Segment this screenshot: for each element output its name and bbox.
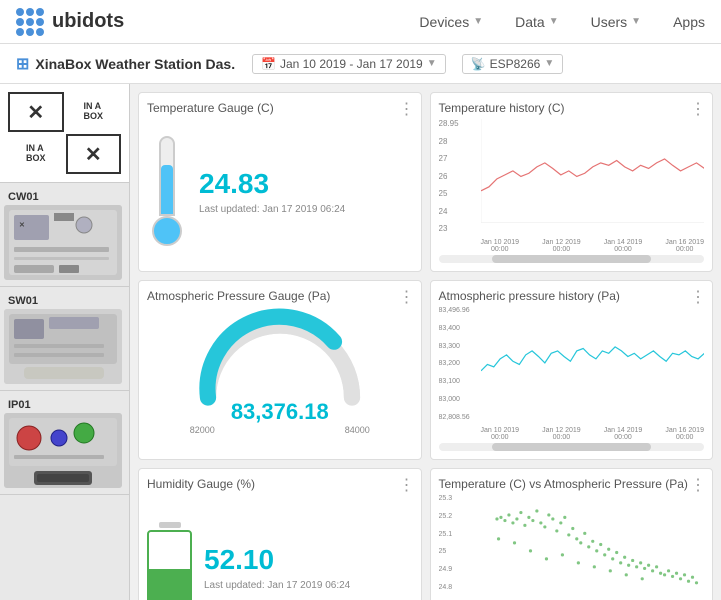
thermometer-icon: [147, 136, 187, 246]
scatter-plot-title: Temperature (C) vs Atmospheric Pressure …: [439, 477, 705, 491]
nav-items: Devices ▼ Data ▼ Users ▼ Apps: [419, 14, 705, 30]
main-layout: ✕ IN ABOX IN ABOX ✕ CW01 ✕: [0, 84, 721, 600]
chart-x-labels: Jan 10 201900:00 Jan 12 201900:00 Jan 14…: [481, 427, 705, 441]
battery-gauge-icon: [147, 522, 192, 600]
temp-value: 24.83: [199, 168, 413, 200]
sidebar-logo: ✕ IN ABOX IN ABOX ✕: [0, 84, 129, 183]
pressure-gauge-title: Atmospheric Pressure Gauge (Pa): [147, 289, 413, 303]
device-label-sw01: SW01: [4, 293, 125, 309]
xinabox-text-logo: IN ABOX: [66, 92, 122, 132]
scatter-plot-chart: 25.3 25.2 25.1 25 24.9 24.8 24.6: [439, 495, 705, 600]
pressure-history-svg: [481, 307, 704, 411]
humidity-gauge-content: 52.10 Last updated: Jan 17 2019 06:24: [147, 495, 413, 600]
gauge-labels: 82000 84000: [190, 425, 370, 435]
nav-devices[interactable]: Devices ▼: [419, 14, 483, 30]
device-label-cw01: CW01: [4, 189, 125, 205]
svg-text:✕: ✕: [19, 222, 25, 229]
device-label-ip01: IP01: [4, 397, 125, 413]
widget-menu-icon[interactable]: ⋮: [399, 287, 415, 307]
wifi-icon: 📡: [471, 57, 486, 71]
device-image-cw01: ✕: [4, 205, 122, 280]
nav-data[interactable]: Data ▼: [515, 14, 558, 30]
device-selector[interactable]: 📡 ESP8266 ▼: [462, 54, 564, 74]
pressure-value: 83,376.18: [231, 399, 329, 425]
therm-tube: [159, 136, 175, 216]
sidebar-device-sw01[interactable]: SW01: [0, 287, 129, 391]
content-area: Temperature Gauge (C) ⋮ 24.83 Last updat…: [130, 84, 721, 600]
widget-menu-icon[interactable]: ⋮: [399, 475, 415, 495]
device-image-ip01: [4, 413, 122, 488]
battery-body: [147, 530, 192, 600]
temp-history-widget: Temperature history (C) ⋮ 28.95 28 27 26…: [430, 92, 714, 272]
pressure-history-chart: 83,496.96 83,400 83,300 83,200 83,100 83…: [439, 307, 705, 451]
top-navigation: ubidots Devices ▼ Data ▼ Users ▼ Apps: [0, 0, 721, 44]
pressure-history-title: Atmospheric pressure history (Pa): [439, 289, 705, 303]
chevron-down-icon: ▼: [427, 58, 437, 69]
scatter-plot-svg: [481, 495, 704, 599]
pressure-gauge-widget: Atmospheric Pressure Gauge (Pa) ⋮ 83,376…: [138, 280, 422, 460]
temp-history-chart: 28.95 28 27 26 25 24 23 Jan 10 20: [439, 119, 705, 263]
logo-area: ubidots: [16, 8, 124, 36]
temp-history-title: Temperature history (C): [439, 101, 705, 115]
xinabox-x-logo: ✕: [8, 92, 64, 132]
temp-gauge-content: 24.83 Last updated: Jan 17 2019 06:24: [147, 119, 413, 263]
chart-scrollbar[interactable]: [439, 443, 705, 451]
nav-apps[interactable]: Apps: [673, 14, 705, 30]
pressure-gauge-svg: [190, 307, 370, 407]
humidity-value-area: 52.10 Last updated: Jan 17 2019 06:24: [204, 544, 350, 591]
temp-gauge-widget: Temperature Gauge (C) ⋮ 24.83 Last updat…: [138, 92, 422, 272]
temp-value-area: 24.83 Last updated: Jan 17 2019 06:24: [199, 168, 413, 215]
chevron-down-icon: ▼: [544, 58, 554, 69]
date-range-picker[interactable]: 📅 Jan 10 2019 - Jan 17 2019 ▼: [252, 54, 446, 74]
therm-bulb: [152, 216, 182, 246]
chart-y-labels: 25.3 25.2 25.1 25 24.9 24.8 24.6: [439, 495, 479, 600]
scrollbar-thumb: [492, 255, 651, 263]
temp-history-svg: [481, 119, 704, 223]
battery-cap: [159, 522, 181, 528]
nav-users[interactable]: Users ▼: [591, 14, 641, 30]
calendar-icon: 📅: [261, 57, 276, 71]
therm-fill: [161, 165, 173, 214]
temp-updated: Last updated: Jan 17 2019 06:24: [199, 204, 413, 215]
chevron-down-icon: ▼: [631, 16, 641, 27]
chart-scrollbar[interactable]: [439, 255, 705, 263]
pressure-gauge-content: 83,376.18 82000 84000: [147, 307, 413, 451]
sidebar-device-ip01[interactable]: IP01: [0, 391, 129, 495]
widget-menu-icon[interactable]: ⋮: [399, 99, 415, 119]
sidebar-device-cw01[interactable]: CW01 ✕: [0, 183, 129, 287]
humidity-updated: Last updated: Jan 17 2019 06:24: [204, 580, 350, 591]
logo-text: ubidots: [52, 10, 124, 33]
logo-dots-icon: [16, 8, 44, 36]
xinabox-text-logo2: IN ABOX: [8, 134, 64, 174]
widget-menu-icon[interactable]: ⋮: [690, 475, 706, 495]
humidity-gauge-title: Humidity Gauge (%): [147, 477, 413, 491]
humidity-value: 52.10: [204, 544, 350, 576]
xinabox-x-logo2: ✕: [66, 134, 122, 174]
chart-y-labels: 83,496.96 83,400 83,300 83,200 83,100 83…: [439, 307, 479, 421]
humidity-gauge-widget: Humidity Gauge (%) ⋮ 52.10 Last updated:…: [138, 468, 422, 600]
widget-menu-icon[interactable]: ⋮: [690, 287, 706, 307]
scrollbar-thumb: [492, 443, 651, 451]
chart-x-labels: Jan 10 201900:00 Jan 12 201900:00 Jan 14…: [481, 239, 705, 253]
sidebar: ✕ IN ABOX IN ABOX ✕ CW01 ✕: [0, 84, 130, 600]
grid-icon: ⊞: [16, 54, 29, 74]
pressure-history-widget: Atmospheric pressure history (Pa) ⋮ 83,4…: [430, 280, 714, 460]
battery-fill: [149, 569, 190, 600]
chart-area: 25.3 25.2 25.1 25 24.9 24.8 24.6: [439, 495, 705, 600]
dashboard-title: ⊞ XinaBox Weather Station Das...: [16, 54, 236, 74]
widget-menu-icon[interactable]: ⋮: [690, 99, 706, 119]
sub-navigation: ⊞ XinaBox Weather Station Das... 📅 Jan 1…: [0, 44, 721, 84]
temp-gauge-title: Temperature Gauge (C): [147, 101, 413, 115]
chevron-down-icon: ▼: [549, 16, 559, 27]
chart-y-labels: 28.95 28 27 26 25 24 23: [439, 119, 479, 233]
chart-area: 83,496.96 83,400 83,300 83,200 83,100 83…: [439, 307, 705, 441]
chevron-down-icon: ▼: [473, 16, 483, 27]
scatter-plot-widget: Temperature (C) vs Atmospheric Pressure …: [430, 468, 714, 600]
device-image-sw01: [4, 309, 122, 384]
chart-area: 28.95 28 27 26 25 24 23 Jan 10 20: [439, 119, 705, 253]
